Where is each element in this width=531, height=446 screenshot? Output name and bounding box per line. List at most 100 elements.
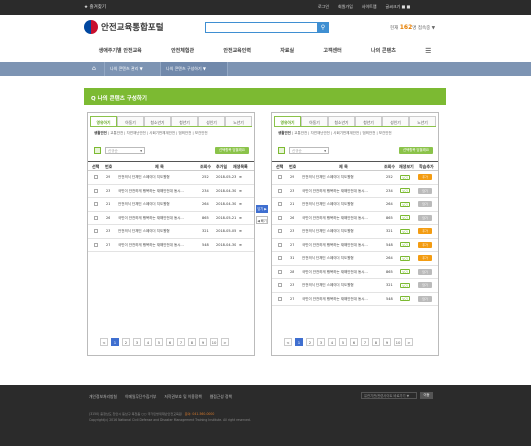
add-to-study-button[interactable]: 담기	[418, 282, 432, 288]
tab-young-adult[interactable]: 청년기	[171, 116, 198, 126]
select-all-checkbox[interactable]	[278, 147, 285, 154]
add-to-study-button[interactable]: 담기	[418, 187, 432, 194]
signup-link[interactable]: 회원가입	[338, 4, 353, 10]
page-4[interactable]: 4	[144, 338, 152, 346]
footer-link-email[interactable]: 이메일무단수집거부	[125, 394, 156, 400]
tab-youth[interactable]: 청소년기	[328, 116, 355, 126]
checkbox-icon[interactable]	[278, 229, 282, 233]
tab-young-adult[interactable]: 청년기	[355, 116, 382, 126]
tab-adult[interactable]: 성인기	[382, 116, 409, 126]
view-button[interactable]: 보기	[400, 269, 410, 274]
tab-adult[interactable]: 성인기	[198, 116, 225, 126]
checkbox-icon[interactable]	[278, 242, 282, 247]
playlist-icon[interactable]: ≡	[239, 171, 242, 184]
category-filter[interactable]: 생활안전 | 교통안전 | 자연재난안전 | 사회기반체계안전 | 범죄안전 |…	[94, 131, 208, 136]
page-9[interactable]: 9	[383, 338, 391, 346]
row-checkbox[interactable]	[278, 198, 282, 211]
page-2[interactable]: 2	[122, 338, 130, 346]
page-7[interactable]: 7	[361, 338, 369, 346]
tab-child[interactable]: 아동기	[301, 116, 328, 126]
login-link[interactable]: 로그인	[318, 4, 329, 10]
checkbox-icon[interactable]	[278, 202, 282, 206]
row-checkbox[interactable]	[94, 239, 98, 252]
sort-select[interactable]: 신규순 ▾	[289, 147, 329, 154]
select-all-checkbox[interactable]	[94, 147, 101, 154]
footer-link-copyright[interactable]: 저작권보호 및 이용정책	[164, 394, 201, 400]
move-left-button[interactable]: ◀ 빼기	[256, 216, 268, 224]
nav-item-lifecycle[interactable]: 생애주기별 안전교육	[99, 47, 142, 59]
search-icon[interactable]: ⚲	[317, 21, 329, 33]
add-selected-button[interactable]: 선택항목 담을래요	[215, 147, 249, 154]
playlist-icon[interactable]: ≡	[239, 212, 242, 225]
row-checkbox[interactable]	[94, 225, 98, 238]
page-3[interactable]: 3	[133, 338, 141, 346]
page-10[interactable]: 10	[394, 338, 402, 346]
tab-infant[interactable]: 영유아기	[90, 116, 117, 126]
move-right-button[interactable]: 담기 ▶	[256, 205, 268, 213]
row-checkbox[interactable]	[278, 212, 282, 225]
page-1[interactable]: 1	[295, 338, 303, 346]
row-checkbox[interactable]	[94, 185, 98, 198]
page-9[interactable]: 9	[199, 338, 207, 346]
prev-page-button[interactable]: <	[284, 338, 292, 346]
footer-link-accessibility[interactable]: 웹접근성 정책	[210, 394, 232, 400]
playlist-icon[interactable]: ≡	[239, 198, 242, 211]
checkbox-icon[interactable]	[94, 175, 98, 179]
category-filter[interactable]: 생활안전 | 교통안전 | 자연재난안전 | 사회기반체계안전 | 범죄안전 |…	[278, 131, 392, 136]
add-to-study-button[interactable]: 담기	[418, 268, 432, 275]
add-to-study-button[interactable]: 추가	[418, 241, 432, 248]
row-checkbox[interactable]	[278, 252, 282, 265]
checkbox-icon[interactable]	[94, 215, 98, 220]
playlist-icon[interactable]: ≡	[239, 185, 242, 198]
add-to-study-button[interactable]: 추가	[418, 228, 432, 234]
site-logo[interactable]: 안전교육통합포털	[84, 20, 164, 34]
row-checkbox[interactable]	[278, 225, 282, 238]
page-8[interactable]: 8	[188, 338, 196, 346]
search-input[interactable]: ⚲	[205, 21, 329, 33]
add-to-study-button[interactable]: 담기	[418, 201, 432, 207]
add-to-study-button[interactable]: 담기	[418, 214, 432, 221]
row-checkbox[interactable]	[278, 239, 282, 252]
view-button[interactable]: 보기	[400, 174, 410, 180]
row-checkbox[interactable]	[94, 198, 98, 211]
playlist-icon[interactable]: ≡	[239, 225, 242, 238]
checkbox-icon[interactable]	[278, 283, 282, 287]
page-2[interactable]: 2	[306, 338, 314, 346]
add-to-study-button[interactable]: 추가	[418, 255, 432, 261]
visitor-counter[interactable]: 현재 162명 접속중 ▼	[390, 24, 435, 31]
view-button[interactable]: 보기	[400, 228, 410, 234]
tab-infant[interactable]: 영유아기	[274, 116, 301, 126]
home-icon[interactable]: ⌂	[92, 65, 96, 72]
checkbox-icon[interactable]	[278, 256, 282, 260]
checkbox-icon[interactable]	[94, 202, 98, 206]
checkbox-icon[interactable]	[278, 269, 282, 274]
sitemap-link[interactable]: 사이트맵	[362, 4, 377, 10]
font-size-control[interactable]: 글씨크기 ■ ■	[386, 4, 411, 10]
view-button[interactable]: 보기	[400, 201, 410, 207]
view-button[interactable]: 보기	[400, 296, 410, 301]
breadcrumb-item-manage[interactable]: 나의 콘텐츠 관리 ▼	[104, 62, 159, 76]
playlist-icon[interactable]: ≡	[239, 239, 242, 252]
row-checkbox[interactable]	[278, 266, 282, 279]
page-4[interactable]: 4	[328, 338, 336, 346]
row-checkbox[interactable]	[278, 279, 282, 292]
sort-select[interactable]: 신규순 ▾	[105, 147, 145, 154]
tab-youth[interactable]: 청소년기	[144, 116, 171, 126]
page-6[interactable]: 6	[166, 338, 174, 346]
checkbox-icon[interactable]	[278, 175, 282, 179]
breadcrumb-item-compose[interactable]: 나의 콘텐츠 구성하기 ▼	[160, 62, 228, 76]
tab-senior[interactable]: 노년기	[225, 116, 252, 126]
page-6[interactable]: 6	[350, 338, 358, 346]
view-button[interactable]: 보기	[400, 255, 410, 261]
add-selected-button[interactable]: 선택항목 담을래요	[399, 147, 433, 154]
tab-senior[interactable]: 노년기	[409, 116, 436, 126]
page-5[interactable]: 5	[155, 338, 163, 346]
add-to-study-button[interactable]: 추가	[418, 174, 432, 180]
checkbox-icon[interactable]	[278, 188, 282, 193]
page-8[interactable]: 8	[372, 338, 380, 346]
row-checkbox[interactable]	[278, 185, 282, 198]
related-sites-select[interactable]: 유관기관/관련사이트 바로가기 ▼	[361, 392, 417, 399]
nav-item-archive[interactable]: 자료실	[280, 47, 294, 59]
row-checkbox[interactable]	[278, 171, 282, 184]
checkbox-icon[interactable]	[278, 215, 282, 220]
